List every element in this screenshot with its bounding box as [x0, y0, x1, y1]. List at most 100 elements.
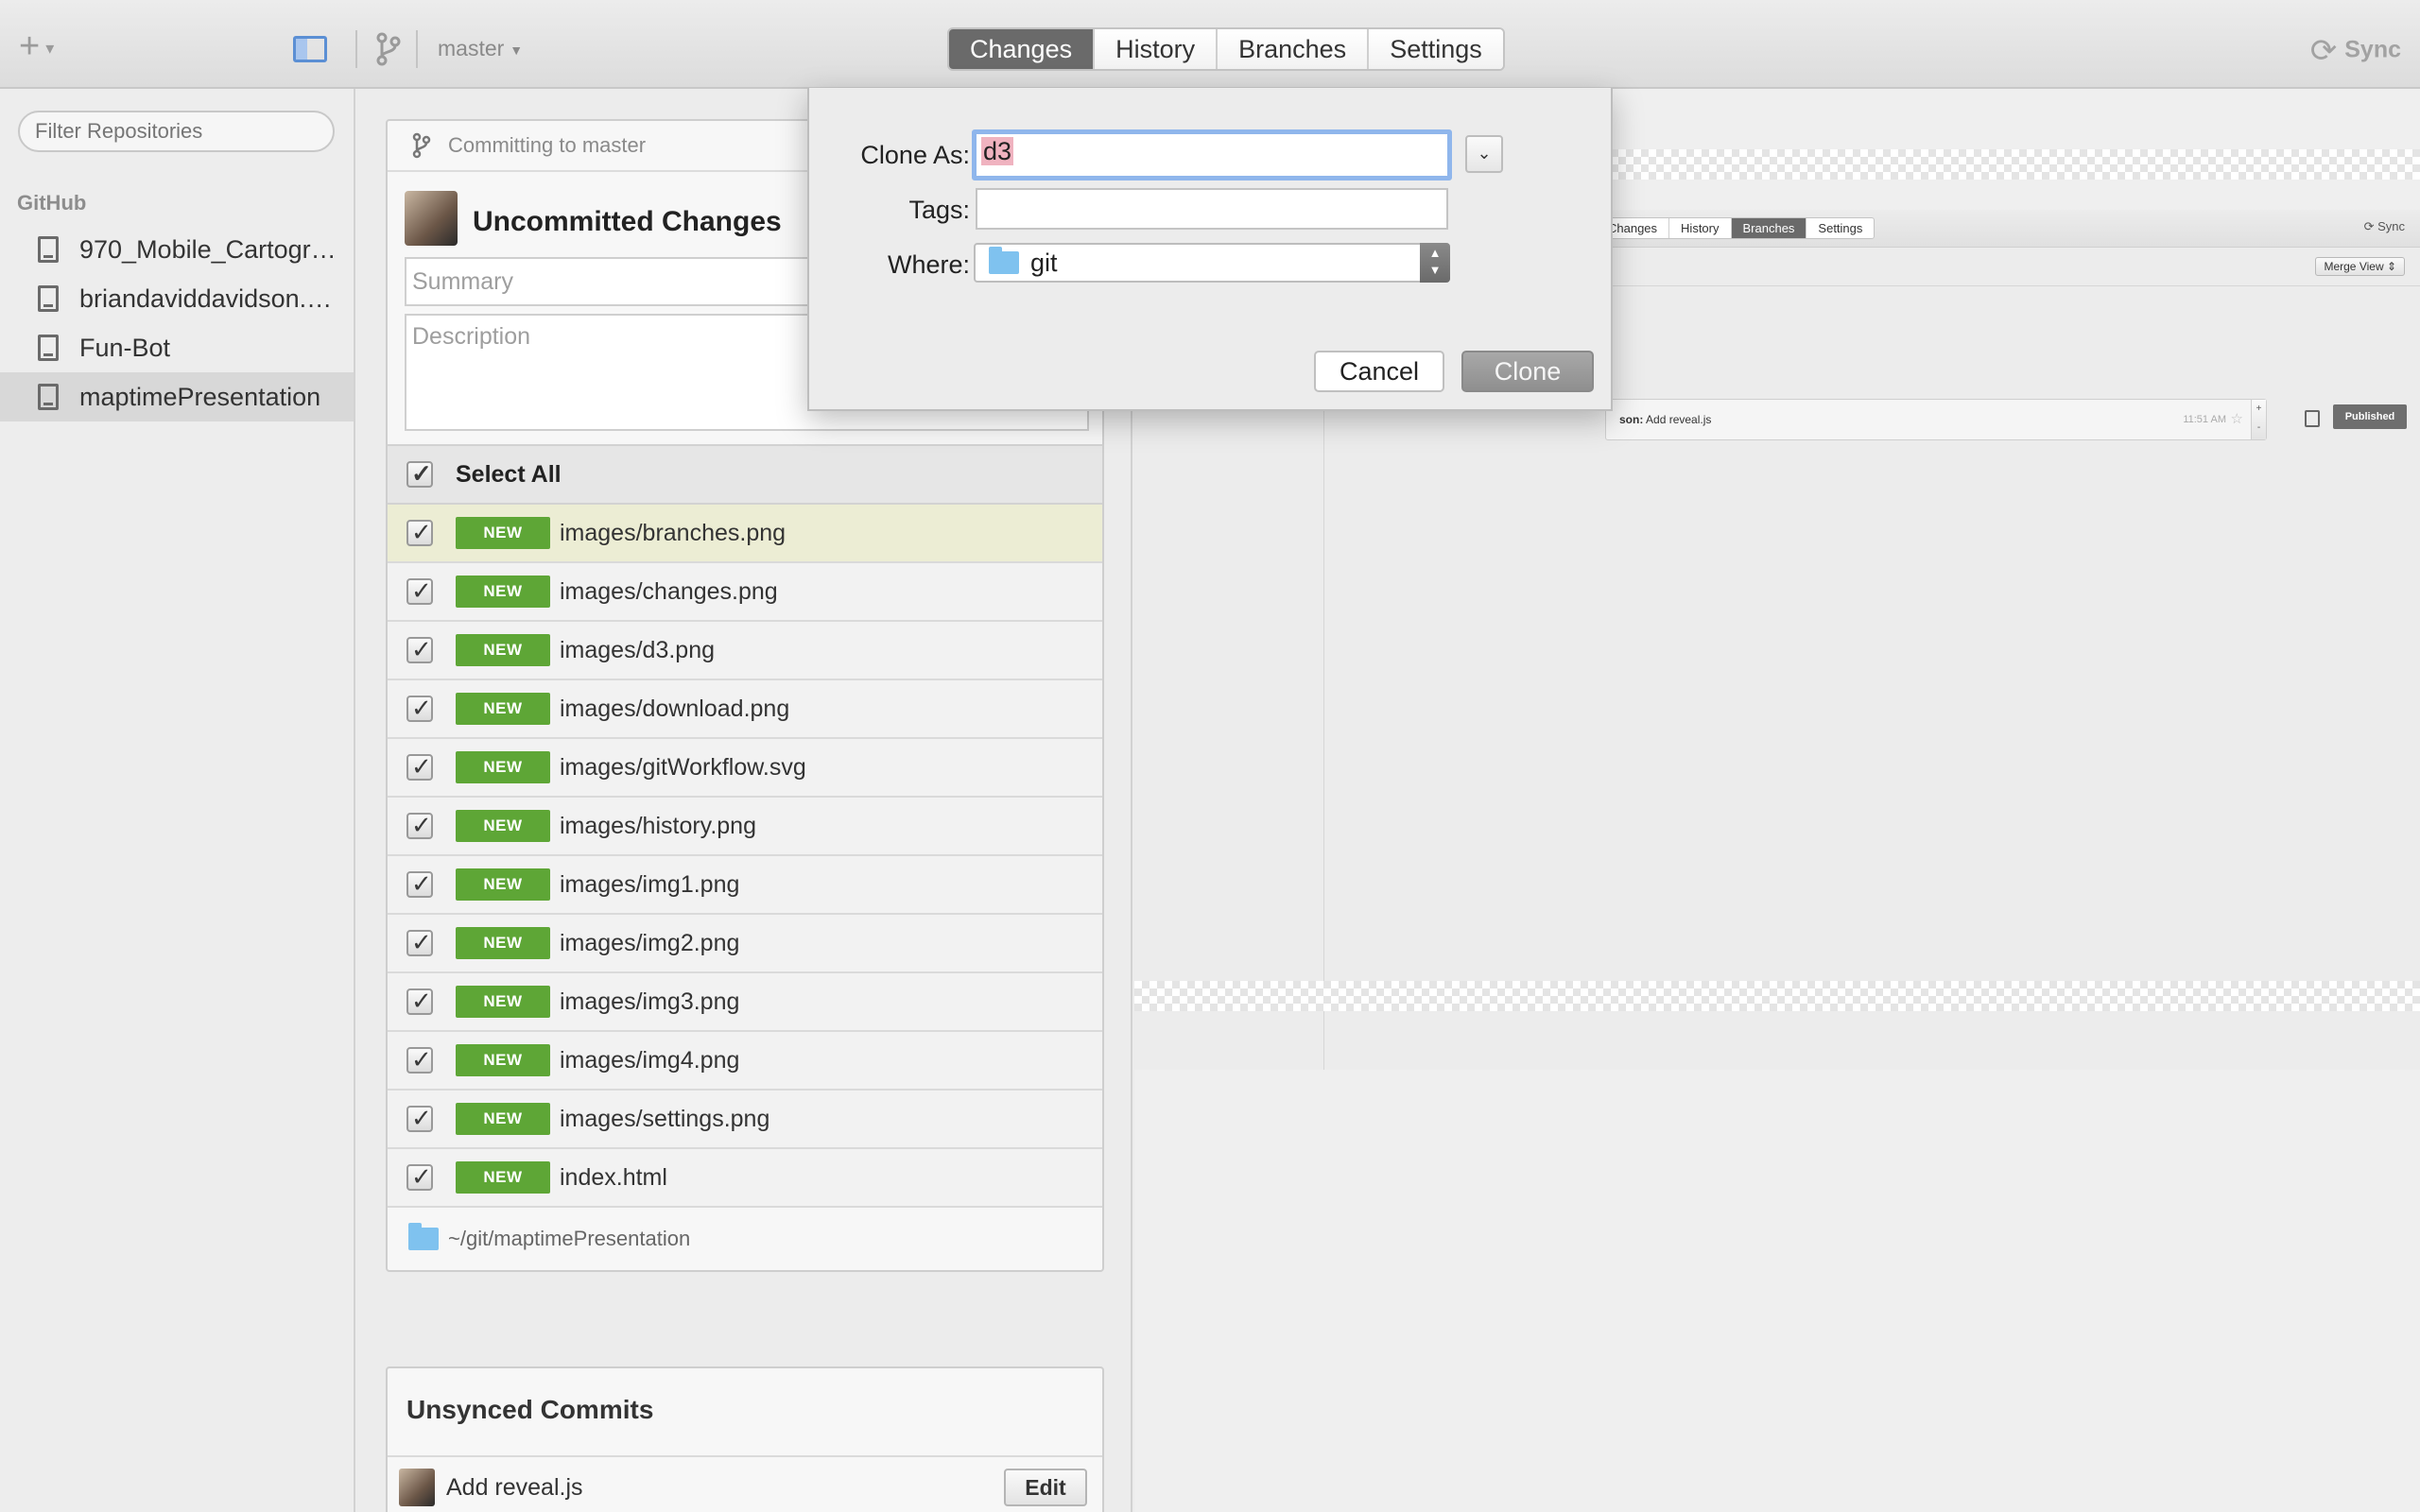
repo-label: briandaviddavidson.github.io: [79, 284, 344, 313]
file-row[interactable]: NEW images/img2.png: [388, 915, 1102, 973]
new-badge: NEW: [456, 576, 550, 608]
preview-branch-icon: [2305, 410, 2320, 427]
file-path: index.html: [560, 1163, 667, 1191]
toolbar-divider: [355, 30, 357, 68]
where-select[interactable]: git ▲ ▼: [974, 243, 1450, 283]
preview-merge-view: Merge View ⇕: [2315, 257, 2405, 276]
add-repository-button[interactable]: + ▾: [19, 28, 54, 66]
checkbox[interactable]: [406, 518, 433, 547]
file-path: images/img3.png: [560, 988, 740, 1015]
avatar: [399, 1469, 435, 1506]
repo-icon: [38, 384, 59, 410]
file-row[interactable]: NEW index.html: [388, 1149, 1102, 1208]
new-badge: NEW: [456, 751, 550, 783]
clone-button[interactable]: Clone: [1461, 351, 1594, 392]
unsynced-commits-title: Unsynced Commits: [406, 1395, 654, 1424]
repo-icon: [38, 236, 59, 263]
checkbox[interactable]: [406, 811, 433, 840]
repository-list: 970_Mobile_Cartography briandaviddavidso…: [0, 225, 354, 421]
tags-label: Tags:: [908, 196, 970, 224]
branch-icon: [412, 132, 431, 159]
checkbox[interactable]: [406, 635, 433, 664]
preview-commit-text: son: Add reveal.js: [1619, 413, 1711, 426]
file-row[interactable]: NEW images/branches.png: [388, 505, 1102, 563]
repository-path: ~/git/maptimePresentation: [448, 1227, 691, 1250]
tab-branches[interactable]: Branches: [1218, 29, 1370, 69]
new-badge: NEW: [456, 1103, 550, 1135]
checkbox[interactable]: [406, 459, 433, 489]
unsynced-commits-box: Unsynced Commits Add reveal.js Edit: [386, 1366, 1104, 1512]
clone-as-input[interactable]: d3: [972, 129, 1452, 180]
tab-history[interactable]: History: [1095, 29, 1219, 69]
sync-icon: ⟳: [2309, 33, 2338, 69]
repository-path-row[interactable]: ~/git/maptimePresentation: [388, 1208, 1102, 1270]
sidebar-item-repo[interactable]: 970_Mobile_Cartography: [0, 225, 354, 274]
edit-button[interactable]: Edit: [1004, 1469, 1087, 1506]
sidebar-item-repo-selected[interactable]: maptimePresentation: [0, 372, 354, 421]
preview-commit-row: son: Add reveal.js 11:51 AM ☆ + -: [1605, 399, 2267, 440]
file-row[interactable]: NEW images/gitWorkflow.svg: [388, 739, 1102, 798]
file-row[interactable]: NEW images/img1.png: [388, 856, 1102, 915]
sync-label: Sync: [2344, 36, 2401, 63]
branch-selector[interactable]: master ▼: [438, 36, 523, 61]
branch-icon[interactable]: [374, 32, 403, 66]
checkbox[interactable]: [406, 928, 433, 957]
sidebar-item-repo[interactable]: briandaviddavidson.github.io: [0, 274, 354, 323]
new-badge: NEW: [456, 986, 550, 1018]
repo-label: maptimePresentation: [79, 382, 321, 411]
view-tabs: Changes History Branches Settings: [947, 27, 1505, 71]
transparency-checkerboard: [1134, 981, 2420, 1011]
preview-tab-branches: Branches: [1731, 218, 1807, 238]
tags-input[interactable]: [976, 188, 1448, 230]
preview-published-badge: Published: [2333, 404, 2407, 429]
preview-stepper: + -: [2251, 400, 2266, 439]
committing-to-label: Committing to master: [448, 133, 647, 157]
sidebar-toggle-icon[interactable]: [293, 36, 327, 62]
chevron-down-icon[interactable]: ⌄: [1465, 135, 1503, 173]
file-path: images/img1.png: [560, 870, 740, 898]
tab-changes[interactable]: Changes: [949, 29, 1096, 69]
checkbox[interactable]: [406, 987, 433, 1016]
checkbox[interactable]: [406, 752, 433, 782]
file-path: images/settings.png: [560, 1105, 770, 1132]
main-toolbar: + ▾ master ▼ Changes History Branches Sett…: [0, 0, 2420, 89]
folder-icon: [989, 247, 1019, 274]
file-row[interactable]: NEW images/history.png: [388, 798, 1102, 856]
select-all-row[interactable]: Select All: [388, 444, 1102, 505]
file-row[interactable]: NEW images/d3.png: [388, 622, 1102, 680]
checkbox[interactable]: [406, 1045, 433, 1074]
checkbox[interactable]: [406, 1104, 433, 1133]
file-row[interactable]: NEW images/settings.png: [388, 1091, 1102, 1149]
checkbox[interactable]: [406, 694, 433, 723]
preview-commit-time: 11:51 AM: [2183, 414, 2226, 425]
file-path: images/d3.png: [560, 636, 716, 663]
filter-repositories-input[interactable]: [18, 111, 335, 152]
cancel-button[interactable]: Cancel: [1314, 351, 1444, 392]
file-row[interactable]: NEW images/changes.png: [388, 563, 1102, 622]
avatar: [405, 191, 458, 246]
checkbox[interactable]: [406, 1162, 433, 1192]
merge-view-label: Merge View: [2324, 260, 2384, 273]
checkbox[interactable]: [406, 576, 433, 606]
preview-commit-prefix: son:: [1619, 413, 1644, 426]
preview-commit-message: Add reveal.js: [1646, 413, 1712, 426]
file-row[interactable]: NEW images/download.png: [388, 680, 1102, 739]
file-path: images/history.png: [560, 812, 756, 839]
new-badge: NEW: [456, 693, 550, 725]
unsynced-commit-row[interactable]: Add reveal.js Edit: [388, 1455, 1102, 1512]
checkbox[interactable]: [406, 869, 433, 899]
clone-dialog: Clone As: d3 ⌄ Tags: Where: git ▲ ▼ Cance…: [807, 88, 1613, 411]
repo-icon: [38, 285, 59, 312]
file-row[interactable]: NEW images/img3.png: [388, 973, 1102, 1032]
file-path: images/img4.png: [560, 1046, 740, 1074]
where-label: Where:: [887, 250, 970, 279]
star-icon: ☆: [2230, 411, 2243, 427]
new-badge: NEW: [456, 810, 550, 842]
branch-name: master: [438, 36, 505, 60]
tab-settings[interactable]: Settings: [1369, 29, 1503, 69]
chevron-down-icon: ▾: [45, 38, 55, 58]
sync-button[interactable]: ⟳ Sync: [2310, 32, 2401, 70]
sidebar-item-repo[interactable]: Fun-Bot: [0, 323, 354, 372]
file-row[interactable]: NEW images/img4.png: [388, 1032, 1102, 1091]
up-down-arrows-icon: ▲ ▼: [1420, 243, 1450, 283]
